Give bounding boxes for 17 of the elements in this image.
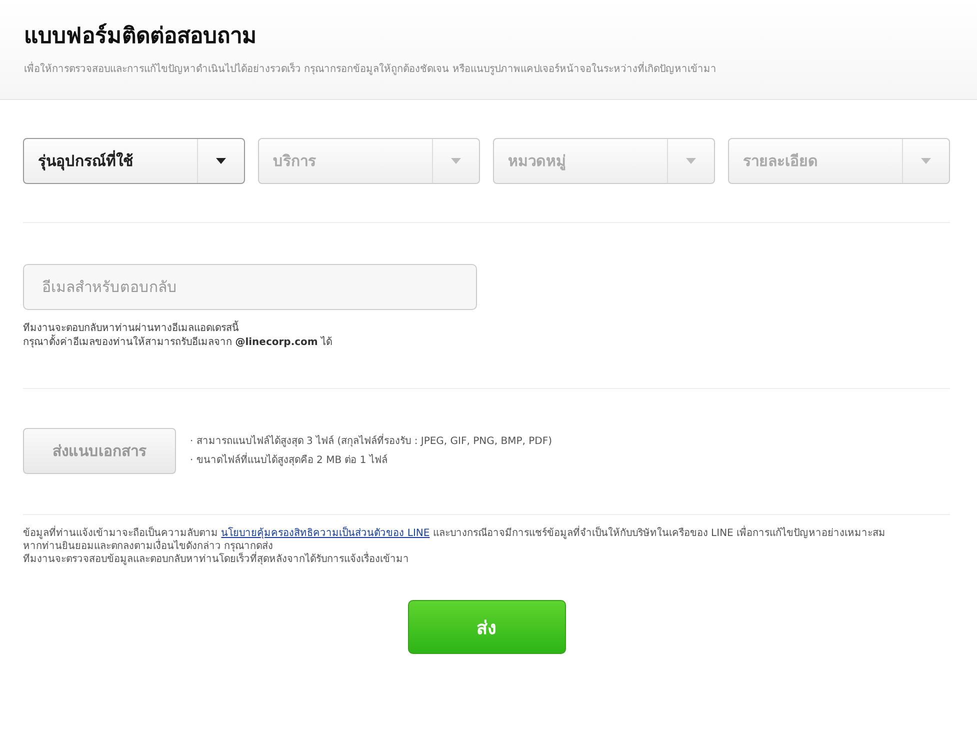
page-subtitle: เพื่อให้การตรวจสอบและการแก้ไขปัญหาดำเนินไปได้อย่างรวดเร็ว กรุณากรอกข้อมูลให้ถูกต้องชัดเจน หรือแนบรูปภาพแคปเจอร์หน้าจอในระหว่างที่เกิดปัญหาเข้ามา bbox=[24, 61, 953, 76]
attachment-note: · สามารถแนบไฟล์ได้สูงสุด 3 ไฟล์ (สกุลไฟล์ที่รองรับ : JPEG, GIF, PNG, BMP, PDF) bbox=[190, 435, 552, 448]
page-title: แบบฟอร์มติดต่อสอบถาม bbox=[24, 22, 258, 51]
privacy-text: หากท่านยินยอมและตกลงตามเงื่อนไขดังกล่าว กรุณากดส่ง bbox=[23, 540, 950, 553]
submit-button[interactable]: ส่ง bbox=[408, 600, 566, 654]
caret-icon bbox=[216, 158, 226, 164]
privacy-text: ข้อมูลที่ท่านแจ้งเข้ามาจะถือเป็นความลับตาม นโยบายคุ้มครองสิทธิความเป็นส่วนตัวของ LINE และบางกรณีอาจมีการแชร์ข้อมูลที่จำเป็นให้กับบริษัทในเครือของ LINE เพื่อการแก้ไขปัญหาอย่างเหมาะสม bbox=[23, 527, 950, 540]
email-note: ทีมงานจะตอบกลับหาท่านผ่านทางอีเมลแอดเดรสนี้ bbox=[23, 322, 950, 336]
dropdown-select[interactable]: รุ่นอุปกรณ์ที่ใช้ bbox=[23, 138, 245, 184]
attachment-note: · ขนาดไฟล์ที่แนบได้สูงสุดคือ 2 MB ต่อ 1 ไฟล์ bbox=[190, 454, 552, 467]
caret-icon bbox=[451, 158, 461, 164]
email-note: กรุณาตั้งค่าอีเมลของท่านให้สามารถรับอีเมลจาก @linecorp.com ได้ bbox=[23, 336, 950, 350]
email-field[interactable]: อีเมลสำหรับตอบกลับ bbox=[23, 264, 477, 310]
caret-icon bbox=[921, 158, 931, 164]
privacy-text: ทีมงานจะตรวจสอบข้อมูลและตอบกลับหาท่านโดยเร็วที่สุดหลังจากได้รับการแจ้งเรื่องเข้ามา bbox=[23, 553, 950, 566]
caret-icon bbox=[686, 158, 696, 164]
privacy-policy-link[interactable]: นโยบายคุ้มครองสิทธิความเป็นส่วนตัวของ LINE bbox=[221, 528, 430, 539]
